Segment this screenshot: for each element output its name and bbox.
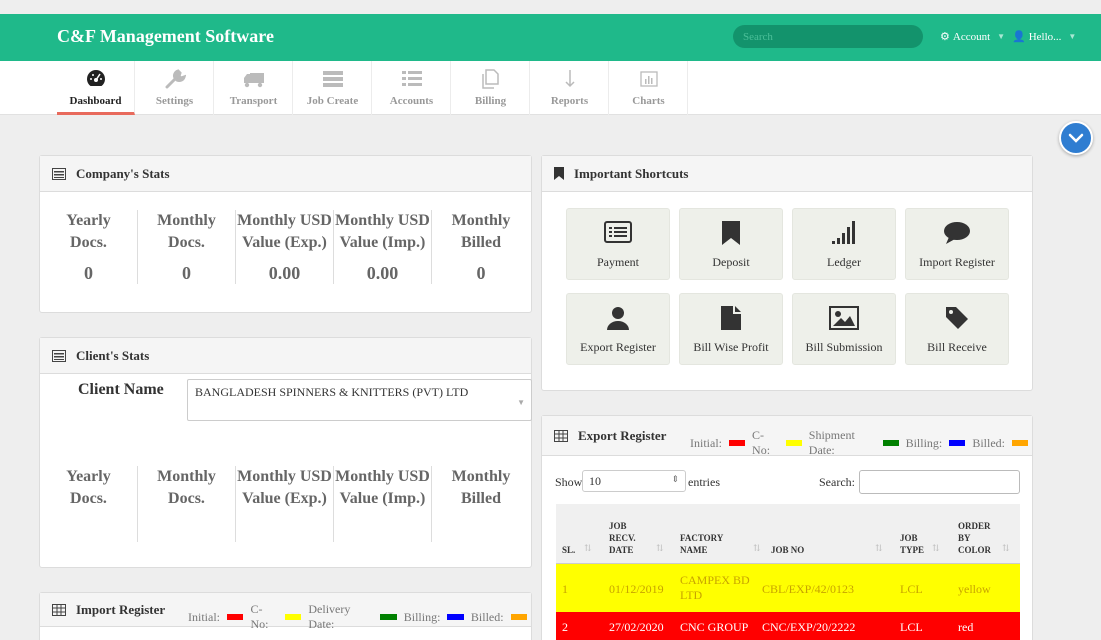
table-row[interactable]: 2 27/02/2020 CNC GROUP CNC/EXP/20/2222 L… [556,612,1020,640]
stat-yearly-docs: Yearly Docs. 0 [40,210,138,284]
nav-job-create[interactable]: Job Create [294,61,372,115]
shortcut-bill-wise-profit[interactable]: Bill Wise Profit [679,293,783,365]
dashboard-icon [57,61,134,91]
sort-icon: ⇅ [584,543,592,553]
col-order-by-color[interactable]: ORDER BY COLOR [958,520,991,556]
nav-charts[interactable]: Charts [610,61,688,115]
user-icon: 👤 [1012,31,1026,43]
gear-icon: ⚙ [940,31,950,43]
shortcut-export-register[interactable]: Export Register [566,293,670,365]
nav-reports[interactable]: Reports [531,61,609,115]
export-legend: Initial: C-No: Shipment Date: Billing: B… [690,428,1032,458]
shortcut-import-register[interactable]: Import Register [905,208,1009,280]
list-alt-icon [567,209,669,249]
entries-select[interactable]: 10 ⇕ [582,470,686,492]
wrench-icon [136,61,213,91]
updown-icon: ⇕ [671,474,679,484]
stat-monthly-billed: Monthly Billed 0 [451,212,511,283]
entries-label: entries [688,475,720,489]
import-register-panel: Import Register Initial: C-No: Delivery … [39,592,532,640]
client-name-label: Client Name [78,381,164,398]
shortcut-deposit[interactable]: Deposit [679,208,783,280]
table-icon [554,429,568,442]
list-icon [373,61,450,91]
nav-transport[interactable]: Transport [215,61,293,115]
nav-dashboard[interactable]: Dashboard [57,61,135,115]
list-alt-icon [52,167,66,180]
table-row[interactable]: 1 01/12/2019 CAMPEX BD LTD CBL/EXP/42/01… [556,564,1020,612]
caret-down-icon: ▼ [997,32,1006,41]
client-stat-monthly-billed: Monthly Billed [451,468,511,507]
comment-icon [906,209,1008,249]
client-stat-usd-imp: Monthly USD Value (Imp.) [334,466,432,542]
col-job-no[interactable]: JOB NO [771,544,804,556]
brand-title[interactable]: C&F Management Software [57,26,274,47]
stat-usd-imp: Monthly USD Value (Imp.) 0.00 [334,210,432,284]
copy-icon [452,61,529,91]
col-factory-name[interactable]: FACTORY NAME [680,532,723,556]
company-stats-panel: Company's Stats Yearly Docs. 0 Monthly Docs… [39,155,532,313]
sort-icon: ⇅ [932,543,940,553]
nav-billing[interactable]: Billing [452,61,530,115]
file-icon [680,294,782,334]
client-select[interactable]: BANGLADESH SPINNERS & KNITTERS (PVT) LTD… [187,379,532,421]
bookmark-icon [554,167,564,180]
sort-icon: ⇅ [875,543,883,553]
table-search-input[interactable] [859,470,1020,494]
nav-settings[interactable]: Settings [136,61,214,115]
bookmark-icon [680,209,782,249]
table-icon [52,603,66,616]
client-stat-monthly-docs: Monthly Docs. [138,466,236,542]
import-legend: Initial: C-No: Delivery Date: Billing: B… [188,602,531,632]
list-alt-icon [52,349,66,362]
top-header: C&F Management Software ⚙ Account ▼ 👤 He… [0,14,1101,61]
sort-icon: ⇅ [1002,543,1010,553]
client-stats-row: Yearly Docs. Monthly Docs. Monthly USD Valu… [40,448,530,542]
col-job-type[interactable]: JOB TYPE [900,532,924,556]
caret-down-icon: ▼ [1068,32,1077,41]
shortcuts-panel: Important Shortcuts Payment Deposit Ledg… [541,155,1033,391]
col-job-recv-date[interactable]: JOB RECV. DATE [609,520,636,556]
nav-accounts[interactable]: Accounts [373,61,451,115]
signal-icon [793,209,895,249]
server-icon [294,61,371,91]
client-stat-yearly-docs: Yearly Docs. [40,466,138,542]
client-stat-usd-exp: Monthly USD Value (Exp.) [236,466,334,542]
account-menu[interactable]: ⚙ Account ▼ [940,30,1006,44]
tag-icon [906,294,1008,334]
arrow-down-icon [531,61,608,91]
shortcut-bill-receive[interactable]: Bill Receive [905,293,1009,365]
client-stats-panel: Client's Stats Client Name BANGLADESH SP… [39,337,532,568]
chart-icon [610,61,687,91]
shortcut-payment[interactable]: Payment [566,208,670,280]
col-sl[interactable]: SL. [562,544,575,556]
client-stats-header: Client's Stats [40,338,531,374]
main-nav: Dashboard Settings Transport Job Create … [0,61,1101,115]
stat-monthly-docs: Monthly Docs. 0 [138,210,236,284]
search-input[interactable] [733,25,923,48]
stat-usd-exp: Monthly USD Value (Exp.) 0.00 [236,210,334,284]
sort-icon: ⇅ [753,543,761,553]
chevron-down-icon [1068,133,1084,143]
show-label: Show [555,475,583,489]
company-stats-row: Yearly Docs. 0 Monthly Docs. 0 Monthly USD Va… [40,192,531,284]
shortcut-bill-submission[interactable]: Bill Submission [792,293,896,365]
caret-down-icon: ▼ [517,398,525,407]
scroll-down-button[interactable] [1059,121,1093,155]
shortcut-ledger[interactable]: Ledger [792,208,896,280]
sort-icon: ⇅ [656,543,664,553]
truck-icon [215,61,292,91]
shortcuts-header: Important Shortcuts [542,156,1032,192]
company-stats-header: Company's Stats [40,156,531,192]
user-menu[interactable]: 👤 Hello... ▼ [1012,30,1077,44]
picture-icon [793,294,895,334]
search-label: Search: [819,475,855,489]
user-icon [567,294,669,334]
table-header: SL. ⇅ JOB RECV. DATE ⇅ FACTORY NAME ⇅ JOB N… [556,504,1020,564]
